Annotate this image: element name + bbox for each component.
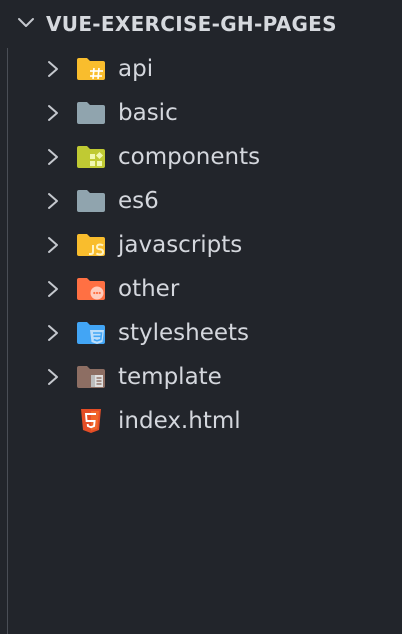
chevron-down-icon [18,18,34,27]
chevron-right-icon [48,61,58,77]
chevron-right-icon [48,193,58,209]
chevron-right-icon [48,369,58,385]
tree-item-other[interactable]: other [0,267,402,311]
tree-item-label: javascripts [118,232,243,258]
explorer-section-title: VUE-EXERCISE-GH-PAGES [46,12,337,36]
tree-item-api[interactable]: api [0,47,402,91]
tree-item-basic[interactable]: basic [0,91,402,135]
tree-item-index-html[interactable]: index.html [0,399,402,443]
explorer-panel: VUE-EXERCISE-GH-PAGES api basic componen… [0,0,402,634]
tree-item-label: components [118,144,261,170]
chevron-right-icon [48,237,58,253]
tree-item-label: index.html [118,408,241,434]
tree-item-label: stylesheets [118,320,250,346]
tree-item-es6[interactable]: es6 [0,179,402,223]
tree-item-label: basic [118,100,178,126]
folder-css-icon [77,322,105,344]
tree-item-stylesheets[interactable]: stylesheets [0,311,402,355]
chevron-right-icon [48,281,58,297]
tree-item-label: template [118,364,222,390]
tree-item-label: es6 [118,188,159,214]
file-tree: api basic components es6 javascripts oth… [0,47,402,443]
explorer-section-header[interactable]: VUE-EXERCISE-GH-PAGES [0,0,402,48]
folder-components-icon [77,146,105,168]
chevron-right-icon [48,149,58,165]
folder-es6-icon [77,190,105,212]
tree-item-components[interactable]: components [0,135,402,179]
folder-basic-icon [77,102,105,124]
folder-template-icon [77,366,105,388]
chevron-right-icon [48,105,58,121]
chevron-right-icon [48,325,58,341]
folder-api-icon [77,58,105,80]
tree-item-template[interactable]: template [0,355,402,399]
folder-other-icon [77,278,105,300]
tree-item-label: other [118,276,180,302]
html5-icon [81,409,101,433]
folder-javascript-icon [77,234,105,256]
tree-item-javascripts[interactable]: javascripts [0,223,402,267]
tree-item-label: api [118,56,154,82]
